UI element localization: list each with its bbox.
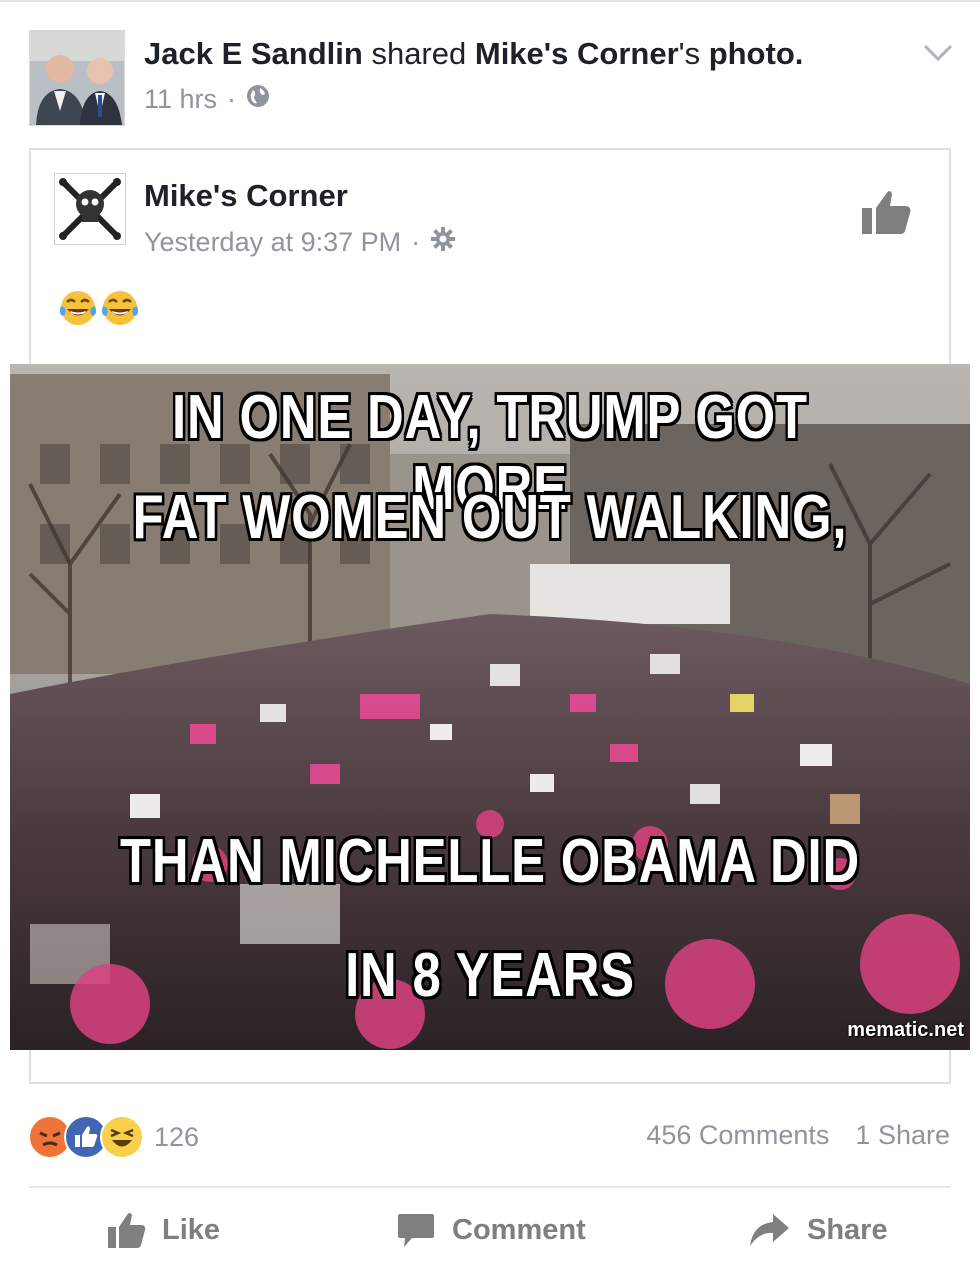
globe-icon: [246, 84, 270, 115]
like-button[interactable]: Like: [106, 1210, 220, 1250]
chevron-down-icon[interactable]: [920, 38, 956, 68]
share-label: Share: [807, 1213, 888, 1246]
shared-page-link[interactable]: Mike's Corner: [475, 36, 679, 71]
tears-of-joy-icon: [101, 291, 139, 325]
watermark: mematic.net: [847, 1019, 964, 1041]
top-border: [0, 0, 980, 2]
shares-count-link[interactable]: 1 Share: [855, 1120, 950, 1151]
page-avatar[interactable]: [54, 173, 126, 245]
post-meta: 11 hrs ·: [144, 84, 270, 115]
like-label: Like: [162, 1213, 221, 1246]
shared-photo[interactable]: IN ONE DAY, TRUMP GOT MORE FAT WOMEN OUT…: [10, 364, 970, 1050]
comment-label: Comment: [452, 1213, 586, 1246]
action-divider: [29, 1186, 951, 1188]
comments-count-link[interactable]: 456 Comments: [646, 1120, 829, 1151]
meme-caption-line-3: THAN MICHELLE OBAMA DID: [120, 827, 860, 896]
share-button[interactable]: Share: [747, 1210, 888, 1250]
post-header-text: Jack E Sandlin shared Mike's Corner's ph…: [144, 35, 803, 73]
reaction-count: 126: [154, 1121, 200, 1152]
post-time[interactable]: 11 hrs: [144, 84, 217, 115]
meta-separator: ·: [411, 227, 421, 257]
post-emoji-text: [58, 288, 140, 328]
share-arrow-icon: [750, 1214, 789, 1246]
shared-post-meta: Yesterday at 9:37 PM ·: [144, 226, 456, 259]
comment-button[interactable]: Comment: [396, 1210, 586, 1250]
meme-caption-line-4: IN 8 YEARS: [345, 941, 635, 1010]
author-avatar[interactable]: [29, 30, 125, 126]
shared-suffix: 's photo.: [678, 36, 804, 71]
author-name[interactable]: Jack E Sandlin: [144, 36, 363, 71]
shared-page-name[interactable]: Mike's Corner: [144, 178, 348, 214]
thumbs-up-icon: [108, 1213, 146, 1248]
meme-caption-line-2: FAT WOMEN OUT WALKING,: [132, 483, 848, 552]
haha-icon: [100, 1115, 144, 1159]
meta-separator: ·: [227, 84, 237, 114]
page-like-icon[interactable]: [860, 188, 912, 236]
comment-icon: [398, 1214, 434, 1247]
action-text: shared: [371, 36, 467, 71]
tears-of-joy-icon: [59, 291, 97, 325]
reaction-summary[interactable]: 126: [28, 1115, 199, 1159]
shared-post-timestamp[interactable]: Yesterday at 9:37 PM: [144, 227, 401, 258]
gear-icon: [430, 226, 456, 259]
engagement-stats: 456 Comments 1 Share: [646, 1120, 950, 1151]
